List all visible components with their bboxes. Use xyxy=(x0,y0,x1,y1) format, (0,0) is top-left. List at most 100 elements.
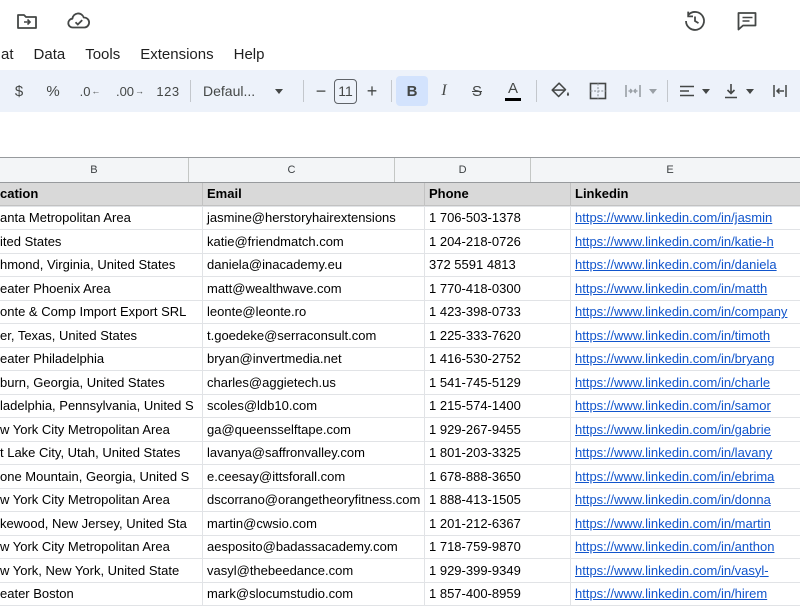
vertical-align-button[interactable] xyxy=(716,76,760,106)
cell-email[interactable]: aesposito@badassacademy.com xyxy=(203,536,425,559)
column-header-B[interactable]: B xyxy=(0,158,189,182)
horizontal-align-button[interactable] xyxy=(672,76,716,106)
font-family-dropdown[interactable]: Defaul... xyxy=(195,76,299,106)
cell-email[interactable]: e.ceesay@ittsforall.com xyxy=(203,465,425,488)
cell-phone[interactable]: 1 929-267-9455 xyxy=(425,418,571,441)
cell-phone[interactable]: 1 423-398-0733 xyxy=(425,301,571,324)
column-header-D[interactable]: D xyxy=(395,158,531,182)
cell-linkedin[interactable]: https://www.linkedin.com/in/bryang xyxy=(571,348,800,371)
cell-location[interactable]: t Lake City, Utah, United States xyxy=(0,442,203,465)
decrease-font-size-button[interactable]: − xyxy=(308,76,334,106)
cell-location[interactable]: er, Texas, United States xyxy=(0,324,203,347)
cell-phone[interactable]: 1 888-413-1505 xyxy=(425,489,571,512)
increase-decimal-places-button[interactable]: .00→ xyxy=(110,76,150,106)
cell-email[interactable]: mark@slocumstudio.com xyxy=(203,583,425,606)
cell-location[interactable]: hmond, Virginia, United States xyxy=(0,254,203,277)
linkedin-link[interactable]: https://www.linkedin.com/in/hirem xyxy=(575,586,767,601)
comments-icon[interactable] xyxy=(734,8,760,34)
linkedin-link[interactable]: https://www.linkedin.com/in/donna xyxy=(575,492,771,507)
linkedin-link[interactable]: https://www.linkedin.com/in/bryang xyxy=(575,351,774,366)
cell-email[interactable]: daniela@inacademy.eu xyxy=(203,254,425,277)
linkedin-link[interactable]: https://www.linkedin.com/in/vasyl- xyxy=(575,563,769,578)
cell-phone[interactable]: 1 929-399-9349 xyxy=(425,559,571,582)
cell-location[interactable]: ladelphia, Pennsylvania, United S xyxy=(0,395,203,418)
menu-extensions[interactable]: Extensions xyxy=(130,44,223,65)
column-header-C[interactable]: C xyxy=(189,158,395,182)
cell-linkedin[interactable]: https://www.linkedin.com/in/anthon xyxy=(571,536,800,559)
cell-linkedin[interactable]: https://www.linkedin.com/in/donna xyxy=(571,489,800,512)
cell-email[interactable]: jasmine@herstoryhairextensions xyxy=(203,207,425,230)
text-color-button[interactable]: A xyxy=(494,76,532,106)
linkedin-link[interactable]: https://www.linkedin.com/in/jasmin xyxy=(575,210,772,225)
cell-location[interactable]: kewood, New Jersey, United Sta xyxy=(0,512,203,535)
bold-button[interactable]: B xyxy=(396,76,428,106)
linkedin-link[interactable]: https://www.linkedin.com/in/company xyxy=(575,304,787,319)
cell-phone[interactable]: 1 678-888-3650 xyxy=(425,465,571,488)
linkedin-link[interactable]: https://www.linkedin.com/in/anthon xyxy=(575,539,774,554)
text-wrapping-button[interactable] xyxy=(760,76,800,106)
italic-button[interactable]: I xyxy=(428,76,460,106)
cell-location[interactable]: anta Metropolitan Area xyxy=(0,207,203,230)
linkedin-link[interactable]: https://www.linkedin.com/in/gabrie xyxy=(575,422,771,437)
cell-location[interactable]: onte & Comp Import Export SRL xyxy=(0,301,203,324)
borders-button[interactable] xyxy=(579,76,617,106)
cell-linkedin[interactable]: https://www.linkedin.com/in/charle xyxy=(571,371,800,394)
cell-linkedin[interactable]: https://www.linkedin.com/in/katie-h xyxy=(571,230,800,253)
cell-phone[interactable]: 1 201-212-6367 xyxy=(425,512,571,535)
cell-linkedin[interactable]: https://www.linkedin.com/in/ebrima xyxy=(571,465,800,488)
cell-phone[interactable]: 1 541-745-5129 xyxy=(425,371,571,394)
cell-email[interactable]: martin@cwsio.com xyxy=(203,512,425,535)
cell-email[interactable]: katie@friendmatch.com xyxy=(203,230,425,253)
header-cell[interactable]: Email xyxy=(203,183,425,206)
cell-linkedin[interactable]: https://www.linkedin.com/in/jasmin xyxy=(571,207,800,230)
cell-location[interactable]: eater Boston xyxy=(0,583,203,606)
cell-linkedin[interactable]: https://www.linkedin.com/in/company xyxy=(571,301,800,324)
cell-email[interactable]: ga@queensselftape.com xyxy=(203,418,425,441)
cell-linkedin[interactable]: https://www.linkedin.com/in/martin xyxy=(571,512,800,535)
cell-linkedin[interactable]: https://www.linkedin.com/in/samor xyxy=(571,395,800,418)
cell-location[interactable]: burn, Georgia, United States xyxy=(0,371,203,394)
menu-tools[interactable]: Tools xyxy=(75,44,130,65)
font-size-input[interactable]: 11 xyxy=(334,79,357,104)
cell-linkedin[interactable]: https://www.linkedin.com/in/daniela xyxy=(571,254,800,277)
linkedin-link[interactable]: https://www.linkedin.com/in/daniela xyxy=(575,257,777,272)
cell-phone[interactable]: 1 706-503-1378 xyxy=(425,207,571,230)
header-cell[interactable]: cation xyxy=(0,183,203,206)
header-cell[interactable]: Phone xyxy=(425,183,571,206)
cell-linkedin[interactable]: https://www.linkedin.com/in/timoth xyxy=(571,324,800,347)
cell-linkedin[interactable]: https://www.linkedin.com/in/vasyl- xyxy=(571,559,800,582)
number-format-button[interactable]: 123 xyxy=(150,76,186,106)
cell-email[interactable]: scoles@ldb10.com xyxy=(203,395,425,418)
linkedin-link[interactable]: https://www.linkedin.com/in/timoth xyxy=(575,328,770,343)
format-percent-button[interactable]: % xyxy=(36,76,70,106)
cell-email[interactable]: charles@aggietech.us xyxy=(203,371,425,394)
cell-location[interactable]: w York City Metropolitan Area xyxy=(0,489,203,512)
cell-phone[interactable]: 1 718-759-9870 xyxy=(425,536,571,559)
cell-location[interactable]: w York, New York, United State xyxy=(0,559,203,582)
linkedin-link[interactable]: https://www.linkedin.com/in/matth xyxy=(575,281,767,296)
menu-format-partial[interactable]: at xyxy=(0,44,24,65)
cell-email[interactable]: dscorrano@orangetheoryfitness.com xyxy=(203,489,425,512)
menu-help[interactable]: Help xyxy=(224,44,275,65)
cell-email[interactable]: matt@wealthwave.com xyxy=(203,277,425,300)
linkedin-link[interactable]: https://www.linkedin.com/in/martin xyxy=(575,516,771,531)
linkedin-link[interactable]: https://www.linkedin.com/in/samor xyxy=(575,398,771,413)
column-header-E[interactable]: E xyxy=(531,158,800,182)
increase-font-size-button[interactable]: + xyxy=(357,76,387,106)
cell-location[interactable]: eater Philadelphia xyxy=(0,348,203,371)
merge-cells-button[interactable] xyxy=(617,76,663,106)
cell-location[interactable]: w York City Metropolitan Area xyxy=(0,536,203,559)
linkedin-link[interactable]: https://www.linkedin.com/in/charle xyxy=(575,375,770,390)
cell-phone[interactable]: 372 5591 4813 xyxy=(425,254,571,277)
cell-linkedin[interactable]: https://www.linkedin.com/in/gabrie xyxy=(571,418,800,441)
cell-phone[interactable]: 1 215-574-1400 xyxy=(425,395,571,418)
cell-phone[interactable]: 1 801-203-3325 xyxy=(425,442,571,465)
cell-location[interactable]: ited States xyxy=(0,230,203,253)
move-to-folder-icon[interactable] xyxy=(14,8,40,34)
cell-linkedin[interactable]: https://www.linkedin.com/in/matth xyxy=(571,277,800,300)
cell-phone[interactable]: 1 857-400-8959 xyxy=(425,583,571,606)
cell-email[interactable]: leonte@leonte.ro xyxy=(203,301,425,324)
format-currency-button[interactable]: $ xyxy=(2,76,36,106)
cell-location[interactable]: w York City Metropolitan Area xyxy=(0,418,203,441)
cell-location[interactable]: eater Phoenix Area xyxy=(0,277,203,300)
